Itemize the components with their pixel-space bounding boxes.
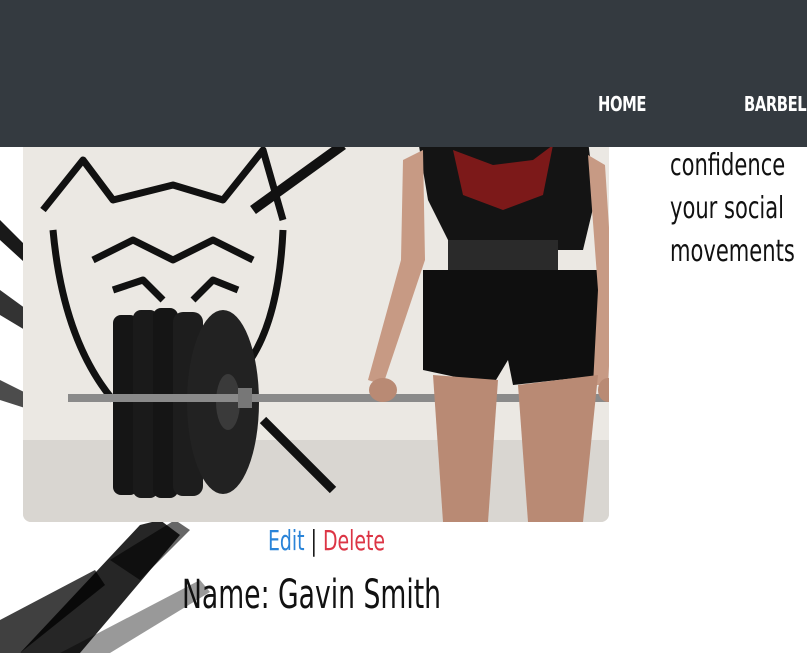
top-navbar: HOME BARBELL <box>0 0 807 147</box>
intro-line: your social <box>670 191 785 226</box>
edit-link[interactable]: Edit <box>268 524 305 557</box>
nav-barbell-link[interactable]: BARBELL <box>744 92 807 116</box>
nav-home-link[interactable]: HOME <box>598 92 646 116</box>
intro-paragraph: confidence your social movements <box>670 144 795 273</box>
athlete-photo <box>23 140 609 522</box>
intro-line: movements <box>670 234 795 269</box>
name-value: Gavin Smith <box>278 572 442 618</box>
action-separator: | <box>310 524 317 557</box>
delete-link[interactable]: Delete <box>323 524 385 557</box>
athlete-name: Name: Gavin Smith <box>182 572 441 618</box>
intro-line: confidence <box>670 148 786 183</box>
record-actions: Edit | Delete <box>268 524 385 557</box>
name-label: Name: <box>182 572 270 618</box>
